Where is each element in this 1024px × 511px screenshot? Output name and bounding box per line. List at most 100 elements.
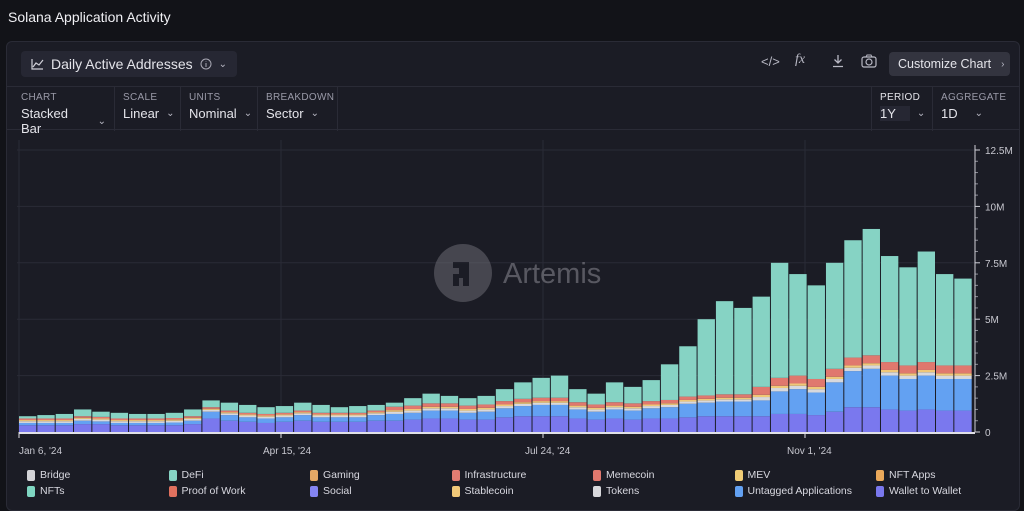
- control-label: CHART: [21, 92, 57, 103]
- bar-segment: [899, 365, 917, 374]
- bar-segment: [862, 363, 880, 366]
- legend-item[interactable]: DeFi: [168, 469, 204, 481]
- bar-segment: [459, 405, 477, 409]
- bar-segment: [697, 400, 715, 403]
- chart-type-select[interactable]: CHART Stacked Bar ⌄: [13, 87, 115, 136]
- bar-segment: [624, 406, 642, 409]
- legend-label: Untagged Applications: [747, 485, 853, 497]
- chart-controls: CHART Stacked Bar ⌄ SCALE Linear ⌄ UNITS Nomi…: [7, 86, 1019, 136]
- bar-segment: [349, 417, 367, 422]
- bar-segment: [605, 402, 624, 406]
- y-tick-label: 10M: [985, 202, 1004, 213]
- bar-segment: [660, 407, 679, 419]
- bar-segment: [202, 408, 220, 410]
- legend-swatch: [593, 485, 601, 497]
- download-icon[interactable]: [832, 54, 844, 68]
- legend-item[interactable]: Memecoin: [593, 469, 654, 481]
- bar-segment: [37, 425, 55, 432]
- legend-swatch: [168, 469, 177, 481]
- bar-segment: [697, 416, 715, 432]
- bar-segment: [899, 375, 917, 379]
- bar-segment: [569, 418, 587, 432]
- bar-segment: [844, 407, 862, 432]
- bar-segment: [825, 376, 844, 379]
- legend-item[interactable]: Tokens: [593, 485, 639, 497]
- legend-item[interactable]: Bridge: [27, 469, 70, 481]
- aggregate-select[interactable]: AGGREGATE 1D ⌄: [933, 87, 1019, 131]
- bar-segment: [789, 413, 807, 432]
- chevron-down-icon: ⌄: [166, 108, 175, 119]
- bar-segment: [422, 406, 440, 409]
- breakdown-select[interactable]: BREAKDOWN Sector ⌄: [258, 87, 338, 131]
- bar-segment: [312, 415, 330, 418]
- bar-segment: [312, 421, 330, 432]
- bar-segment: [202, 411, 220, 419]
- legend-item[interactable]: NFTs: [27, 485, 65, 497]
- bar-segment: [349, 415, 367, 418]
- bar-segment: [220, 420, 239, 432]
- legend-label: Gaming: [323, 469, 360, 481]
- bar-segment: [129, 421, 147, 423]
- bar-segment: [770, 413, 789, 432]
- legend-item[interactable]: Gaming: [310, 469, 360, 481]
- camera-icon[interactable]: [861, 54, 877, 68]
- bar-segment: [110, 425, 129, 432]
- legend-swatch: [451, 469, 460, 481]
- bar-segment: [917, 369, 935, 373]
- bar-segment: [367, 415, 385, 421]
- bar-segment: [404, 405, 422, 409]
- metric-selector[interactable]: Daily Active Addresses ⌄: [21, 51, 238, 77]
- period-select[interactable]: PERIOD 1Y ⌄: [871, 87, 933, 131]
- legend-item[interactable]: Stablecoin: [451, 485, 514, 497]
- legend-swatch: [27, 485, 35, 497]
- code-icon[interactable]: </>: [761, 54, 780, 69]
- bar-segment: [422, 408, 440, 411]
- bar-segment: [715, 394, 734, 398]
- bar-segment: [807, 378, 825, 387]
- fx-icon[interactable]: fx: [795, 52, 805, 68]
- bar-segment: [349, 406, 367, 413]
- bar-segment: [587, 407, 605, 410]
- legend-swatch: [593, 469, 601, 481]
- info-icon[interactable]: [200, 58, 212, 70]
- bar-segment: [477, 404, 495, 408]
- bar-segment: [660, 399, 679, 404]
- legend-item[interactable]: Wallet to Wallet: [876, 485, 961, 497]
- scale-select[interactable]: SCALE Linear ⌄: [115, 87, 181, 131]
- bar-segment: [257, 418, 275, 423]
- bar-segment: [239, 417, 257, 422]
- legend-item[interactable]: MEV: [734, 469, 770, 481]
- legend-item[interactable]: Proof of Work: [168, 485, 246, 497]
- legend-item[interactable]: NFT Apps: [876, 469, 936, 481]
- bar-segment: [459, 410, 477, 413]
- customize-chart-button[interactable]: Customize Chart ›: [889, 52, 1010, 76]
- bar-segment: [880, 375, 899, 410]
- legend-label: NFT Apps: [889, 469, 936, 481]
- y-tick-label: 2.5M: [985, 372, 1007, 383]
- bar-segment: [752, 296, 770, 387]
- bar-segment: [679, 399, 697, 402]
- legend-item[interactable]: Untagged Applications: [734, 485, 853, 497]
- bar-segment: [184, 418, 202, 421]
- bar-segment: [330, 412, 349, 415]
- units-select[interactable]: UNITS Nominal ⌄: [181, 87, 258, 131]
- control-label: BREAKDOWN: [266, 92, 335, 103]
- bar-segment: [220, 415, 239, 421]
- bar-segment: [19, 421, 37, 423]
- bar-segment: [550, 401, 569, 403]
- bar-segment: [220, 402, 239, 411]
- bar-segment: [770, 377, 789, 386]
- control-value: 1D: [941, 106, 958, 121]
- bar-segment: [495, 408, 514, 418]
- legend-label: Infrastructure: [464, 469, 527, 481]
- bar-segment: [514, 406, 532, 417]
- bar-segment: [129, 418, 147, 421]
- legend-item[interactable]: Infrastructure: [451, 469, 527, 481]
- bar-segment: [569, 409, 587, 419]
- legend-item[interactable]: Social: [310, 485, 352, 497]
- bar-segment: [147, 425, 165, 432]
- bar-segment: [92, 421, 110, 425]
- bar-segment: [807, 285, 825, 379]
- bar-segment: [147, 421, 165, 423]
- bar-segment: [440, 406, 459, 409]
